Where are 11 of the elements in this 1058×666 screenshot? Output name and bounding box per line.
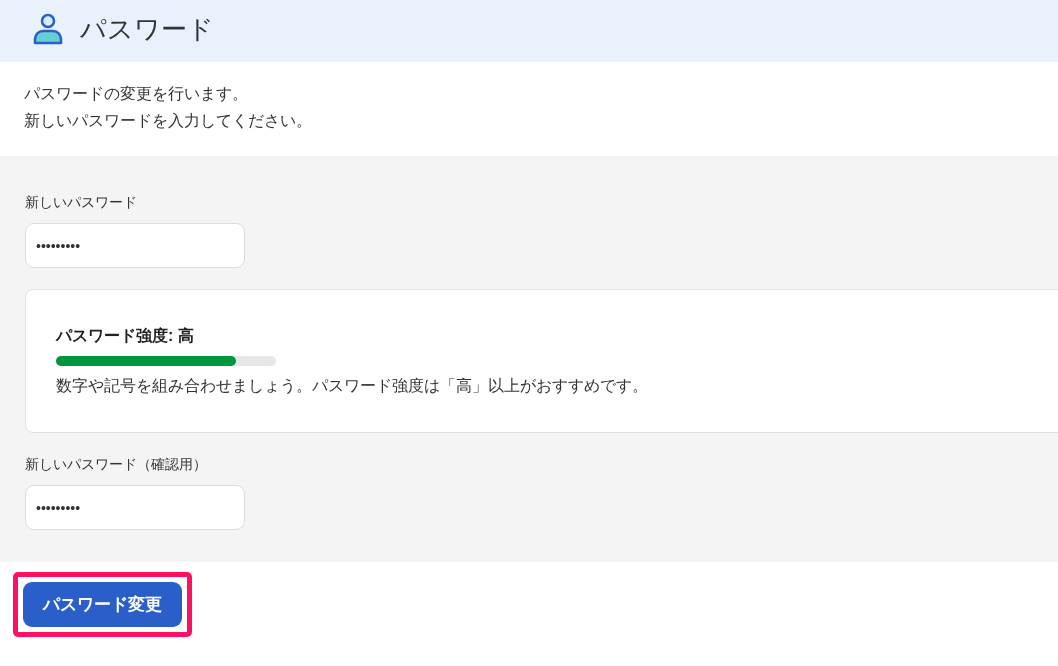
user-icon xyxy=(33,13,63,45)
password-field[interactable]: ••••••••• xyxy=(25,223,245,268)
intro-text: パスワードの変更を行います。 xyxy=(24,84,249,104)
strength-title: パスワード強度: 高 xyxy=(56,326,195,346)
password-field[interactable]: ••••••••• xyxy=(25,485,245,530)
field-label: 新しいパスワード（確認用） xyxy=(25,455,208,474)
intro-text: 新しいパスワードを入力してください。 xyxy=(24,111,313,131)
submit-button[interactable]: パスワード変更 xyxy=(23,582,182,627)
strength-hint: 数字や記号を組み合わせましょう。パスワード強度は「高」以上がおすすめです。 xyxy=(56,376,649,396)
page-title: パスワード xyxy=(80,13,214,46)
field-label: 新しいパスワード xyxy=(25,193,138,212)
